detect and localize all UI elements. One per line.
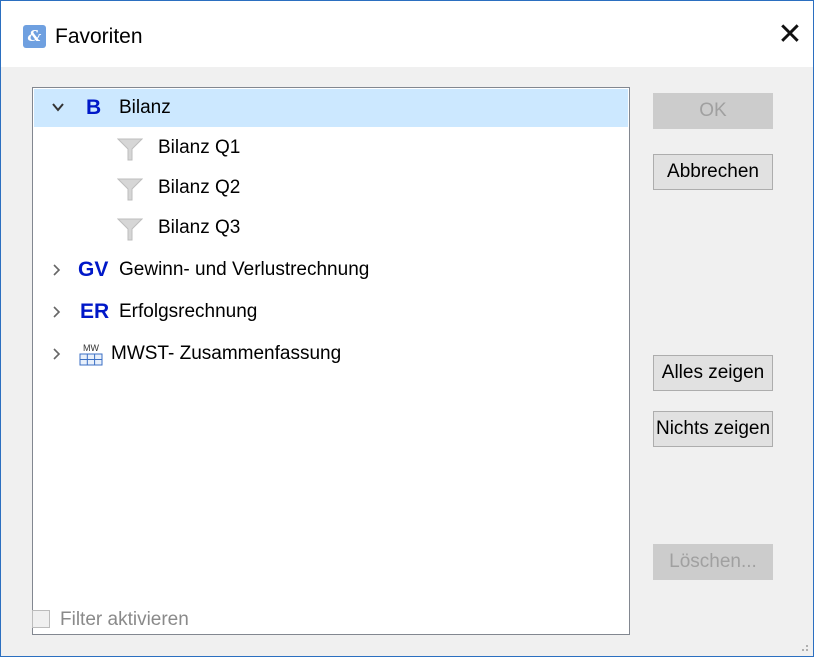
- app-logo-icon: &: [23, 25, 46, 48]
- show-all-button[interactable]: Alles zeigen: [653, 355, 773, 391]
- tree-node-bilanz-q2[interactable]: Bilanz Q2: [34, 169, 628, 207]
- chevron-down-icon[interactable]: [50, 89, 66, 127]
- filter-checkbox[interactable]: [32, 610, 50, 628]
- delete-button[interactable]: Löschen...: [653, 544, 773, 580]
- window-title: Favoriten: [55, 25, 143, 48]
- filter-checkbox-label: Filter aktivieren: [60, 609, 189, 630]
- filter-funnel-icon: [117, 218, 143, 241]
- mw-icon-text: MW: [83, 343, 99, 353]
- show-none-button[interactable]: Nichts zeigen: [653, 411, 773, 447]
- close-button[interactable]: ✕: [769, 15, 811, 55]
- chevron-right-icon[interactable]: [48, 293, 64, 331]
- er-abbr-icon: ER: [80, 300, 110, 323]
- tree-node-label: Bilanz Q3: [158, 217, 241, 238]
- tree-node-bilanz-q1[interactable]: Bilanz Q1: [34, 129, 628, 167]
- tree-node-bilanz-q3[interactable]: Bilanz Q3: [34, 209, 628, 247]
- tree-node-erfolgsrechnung[interactable]: ER Erfolgsrechnung: [34, 293, 628, 331]
- tree-node-bilanz[interactable]: B Bilanz: [34, 89, 628, 127]
- chevron-right-icon[interactable]: [48, 335, 64, 373]
- tree-node-label: Bilanz Q1: [158, 137, 241, 158]
- tree-node-label: Bilanz: [119, 97, 171, 118]
- resize-grip-icon[interactable]: [797, 640, 809, 652]
- favorites-dialog: & Favoriten ✕ B Bilanz Bilanz Q1 Bilanz …: [0, 0, 814, 657]
- tree-node-label: MWST- Zusammenfassung: [111, 343, 342, 364]
- filter-funnel-icon: [117, 138, 143, 161]
- cancel-button[interactable]: Abbrechen: [653, 154, 773, 190]
- ok-button[interactable]: OK: [653, 93, 773, 129]
- tree-node-gewinn-verlust[interactable]: GV Gewinn- und Verlustrechnung: [34, 251, 628, 289]
- favorites-tree[interactable]: B Bilanz Bilanz Q1 Bilanz Q2 Bilanz Q3 G…: [32, 87, 630, 635]
- title-bar: & Favoriten ✕: [1, 1, 813, 67]
- filter-funnel-icon: [117, 178, 143, 201]
- bilanz-abbr-icon: B: [86, 96, 102, 119]
- mw-table-icon: MW: [79, 343, 103, 366]
- tree-node-label: Bilanz Q2: [158, 177, 241, 198]
- gv-abbr-icon: GV: [78, 258, 109, 281]
- tree-node-mwst[interactable]: MW MWST- Zusammenfassung: [34, 335, 628, 373]
- tree-node-label: Gewinn- und Verlustrechnung: [119, 259, 370, 280]
- tree-node-label: Erfolgsrechnung: [119, 301, 258, 322]
- chevron-right-icon[interactable]: [48, 251, 64, 289]
